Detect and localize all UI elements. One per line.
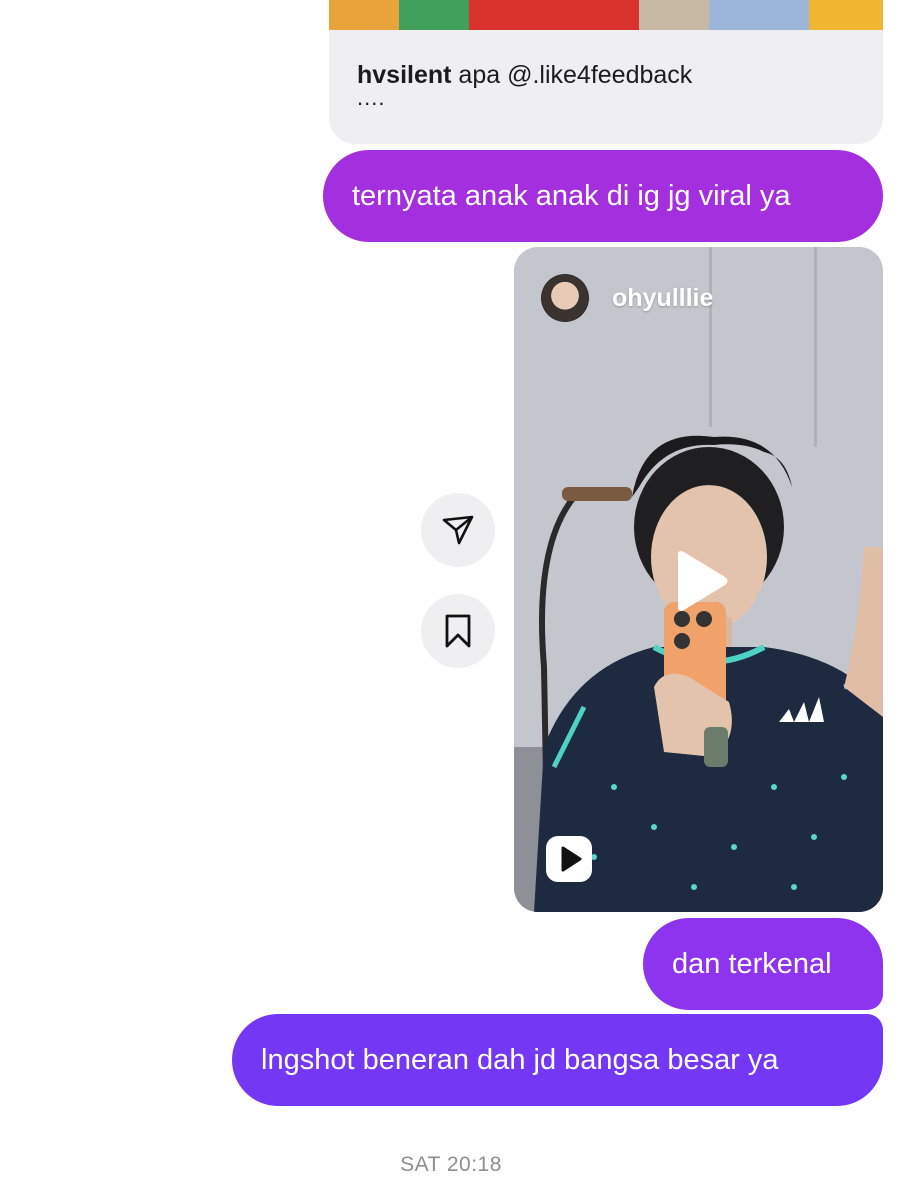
shared-post-caption: hvsilent apa @.like4feedback [357,60,692,90]
bookmark-icon [445,614,471,648]
share-button[interactable] [421,493,495,567]
shared-post-image [329,0,883,30]
save-button[interactable] [421,594,495,668]
message-bubble-sent[interactable]: dan terkenal [643,918,883,1010]
chat-thread: hvsilent apa @.like4feedback .... ternya… [0,0,902,1200]
reel-username: ohyulllie [612,283,714,312]
send-icon [442,515,474,545]
message-bubble-sent[interactable]: ternyata anak anak di ig jg viral ya [323,150,883,242]
shared-post-caption-text: apa @.like4feedback [451,61,693,89]
reel-avatar [541,274,589,322]
message-timestamp: SAT 20:18 [400,1153,502,1176]
reel-header: ohyulllie [541,274,713,322]
play-icon[interactable] [670,549,730,613]
shared-post-more: .... [357,85,386,110]
reels-icon [546,836,592,882]
shared-reel-card[interactable]: ohyulllie [514,247,883,912]
message-bubble-sent[interactable]: lngshot beneran dah jd bangsa besar ya [232,1014,883,1106]
shared-post-card[interactable]: hvsilent apa @.like4feedback .... [329,0,883,144]
